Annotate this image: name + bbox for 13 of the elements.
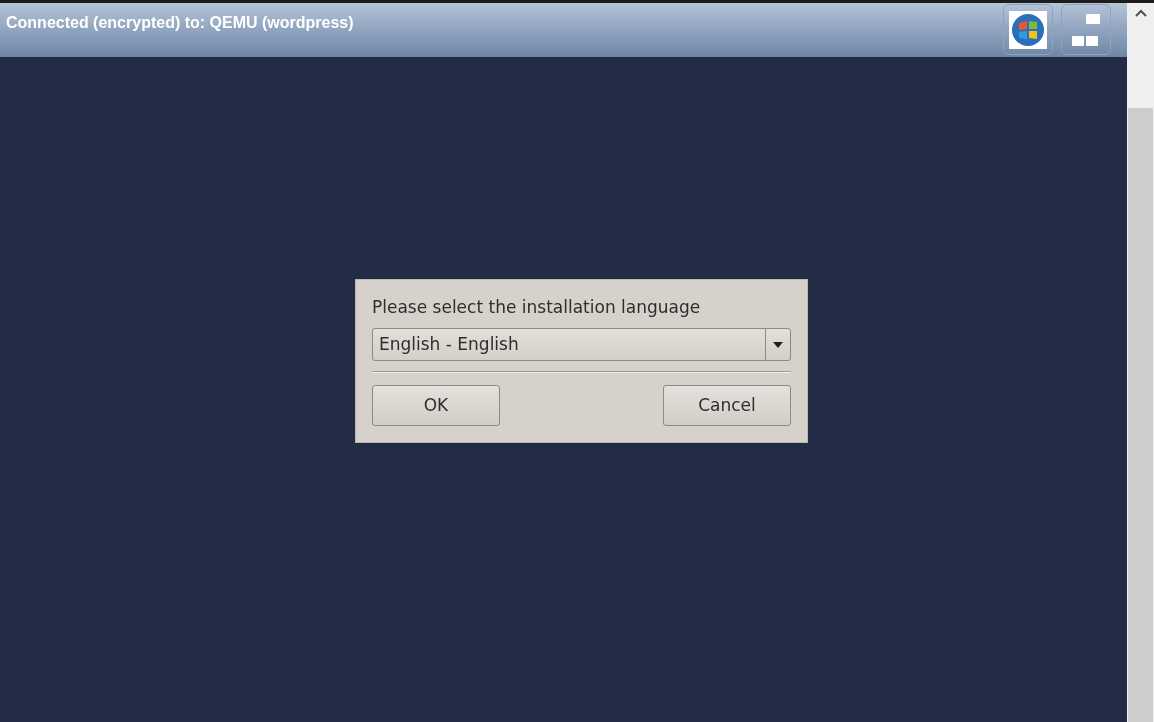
scroll-up-icon[interactable] (1134, 9, 1147, 17)
blocks-icon (1072, 13, 1100, 46)
ok-button[interactable]: OK (372, 385, 500, 426)
dialog-prompt: Please select the installation language (372, 296, 702, 318)
dropdown-caret-icon (773, 341, 783, 348)
windows-logo-button[interactable] (1003, 4, 1053, 55)
scrollbar[interactable] (1127, 3, 1154, 722)
scrollbar-thumb[interactable] (1128, 108, 1153, 722)
windows-logo-icon (1009, 10, 1047, 49)
cancel-button[interactable]: Cancel (663, 385, 791, 426)
layout-button[interactable] (1061, 4, 1111, 55)
window-title: Connected (encrypted) to: QEMU (wordpress) (6, 13, 354, 33)
language-select[interactable]: English - English (372, 328, 791, 361)
